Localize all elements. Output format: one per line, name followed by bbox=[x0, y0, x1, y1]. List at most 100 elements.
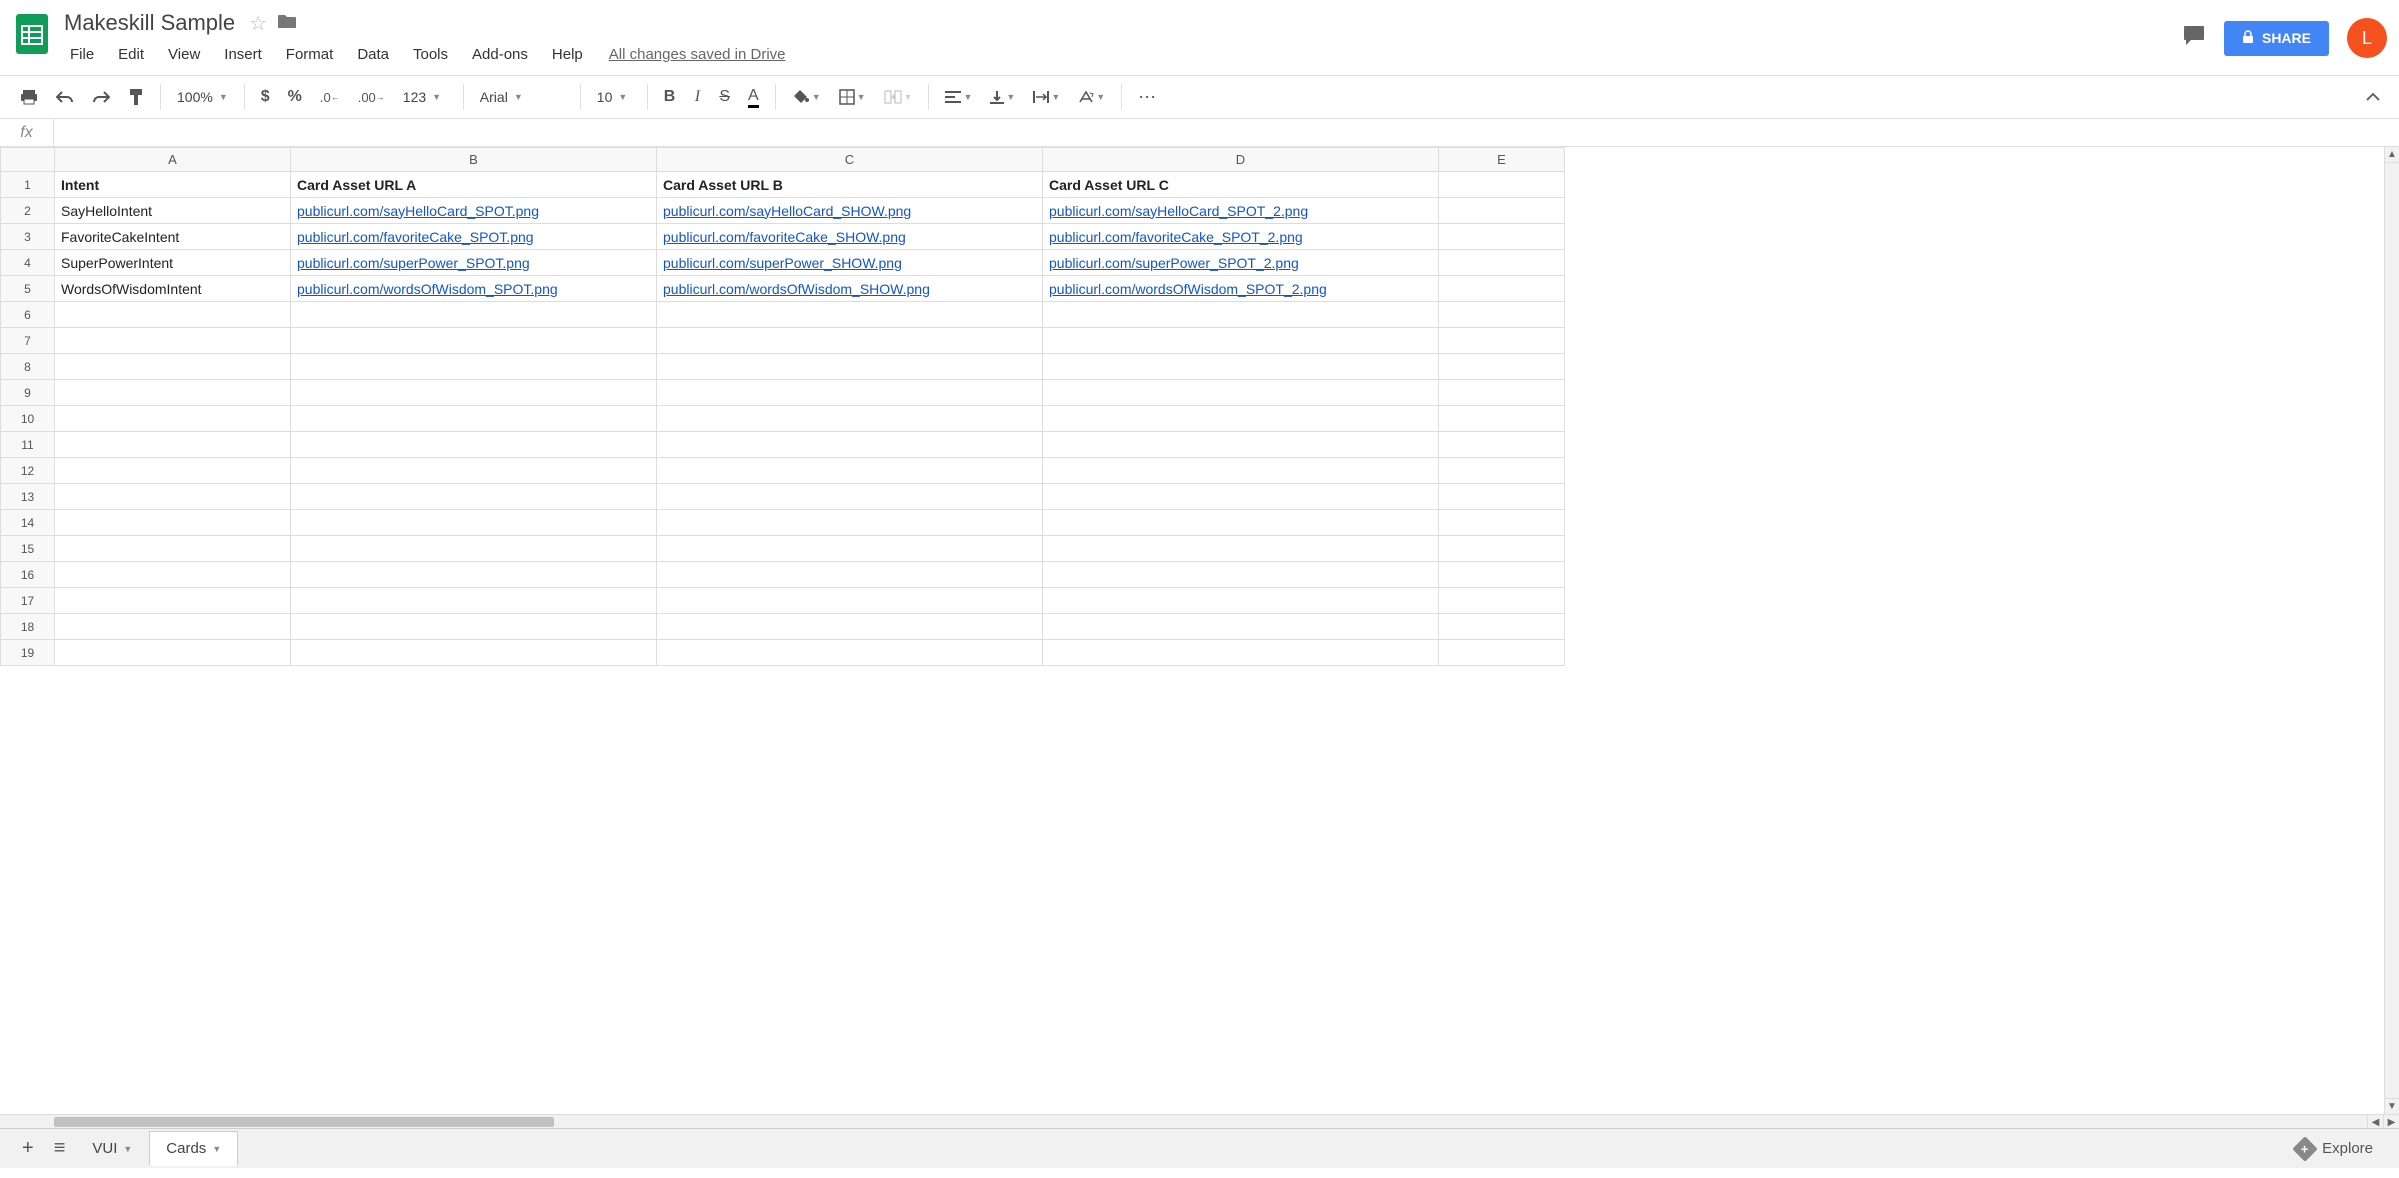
row-header-15[interactable]: 15 bbox=[1, 536, 55, 562]
cell-E16[interactable] bbox=[1439, 562, 1565, 588]
menu-help[interactable]: Help bbox=[542, 42, 593, 67]
doc-title[interactable]: Makeskill Sample bbox=[60, 8, 239, 38]
row-header-14[interactable]: 14 bbox=[1, 510, 55, 536]
cell-E19[interactable] bbox=[1439, 640, 1565, 666]
cell-B19[interactable] bbox=[291, 640, 657, 666]
row-header-12[interactable]: 12 bbox=[1, 458, 55, 484]
vertical-scrollbar[interactable]: ▲ ▼ bbox=[2384, 147, 2399, 1114]
cell-D19[interactable] bbox=[1043, 640, 1439, 666]
cell-E18[interactable] bbox=[1439, 614, 1565, 640]
formula-input[interactable] bbox=[54, 119, 2399, 146]
cell-D10[interactable] bbox=[1043, 406, 1439, 432]
cell-E7[interactable] bbox=[1439, 328, 1565, 354]
v-align-icon[interactable]: ▼ bbox=[982, 82, 1023, 112]
cell-D14[interactable] bbox=[1043, 510, 1439, 536]
percent-icon[interactable]: % bbox=[280, 82, 310, 112]
row-header-13[interactable]: 13 bbox=[1, 484, 55, 510]
row-header-16[interactable]: 16 bbox=[1, 562, 55, 588]
cell-E1[interactable] bbox=[1439, 172, 1565, 198]
horizontal-scrollbar[interactable]: ◀ ▶ bbox=[0, 1114, 2399, 1128]
cell-C1[interactable]: Card Asset URL B bbox=[657, 172, 1043, 198]
redo-icon[interactable] bbox=[84, 82, 118, 112]
bold-icon[interactable]: B bbox=[656, 82, 684, 112]
cell-B4[interactable]: publicurl.com/superPower_SPOT.png bbox=[291, 250, 657, 276]
cell-A10[interactable] bbox=[55, 406, 291, 432]
cell-E14[interactable] bbox=[1439, 510, 1565, 536]
cell-C9[interactable] bbox=[657, 380, 1043, 406]
cell-E3[interactable] bbox=[1439, 224, 1565, 250]
cell-C11[interactable] bbox=[657, 432, 1043, 458]
col-header-B[interactable]: B bbox=[291, 148, 657, 172]
text-wrap-icon[interactable]: ▼ bbox=[1025, 82, 1068, 112]
more-icon[interactable]: ⋯ bbox=[1130, 82, 1166, 112]
menu-addons[interactable]: Add-ons bbox=[462, 42, 538, 67]
cell-C7[interactable] bbox=[657, 328, 1043, 354]
fx-label[interactable]: fx bbox=[0, 119, 54, 146]
cell-C3[interactable]: publicurl.com/favoriteCake_SHOW.png bbox=[657, 224, 1043, 250]
paint-format-icon[interactable] bbox=[120, 82, 152, 112]
scroll-down-icon[interactable]: ▼ bbox=[2385, 1098, 2399, 1114]
cell-B14[interactable] bbox=[291, 510, 657, 536]
cell-D16[interactable] bbox=[1043, 562, 1439, 588]
cell-D3[interactable]: publicurl.com/favoriteCake_SPOT_2.png bbox=[1043, 224, 1439, 250]
cell-E9[interactable] bbox=[1439, 380, 1565, 406]
row-header-19[interactable]: 19 bbox=[1, 640, 55, 666]
sheet-tab-vui[interactable]: VUI▼ bbox=[75, 1131, 149, 1166]
undo-icon[interactable] bbox=[48, 82, 82, 112]
cell-C10[interactable] bbox=[657, 406, 1043, 432]
save-status[interactable]: All changes saved in Drive bbox=[609, 46, 786, 63]
borders-icon[interactable]: ▼ bbox=[831, 82, 874, 112]
select-all-corner[interactable] bbox=[1, 148, 55, 172]
print-icon[interactable] bbox=[12, 82, 46, 112]
strikethrough-icon[interactable]: S bbox=[711, 82, 738, 112]
cell-C16[interactable] bbox=[657, 562, 1043, 588]
cell-B10[interactable] bbox=[291, 406, 657, 432]
cell-D13[interactable] bbox=[1043, 484, 1439, 510]
cell-A12[interactable] bbox=[55, 458, 291, 484]
cell-C19[interactable] bbox=[657, 640, 1043, 666]
cell-D7[interactable] bbox=[1043, 328, 1439, 354]
cell-E2[interactable] bbox=[1439, 198, 1565, 224]
zoom-select[interactable]: 100%▼ bbox=[169, 85, 236, 109]
currency-icon[interactable]: $ bbox=[253, 82, 278, 112]
cell-D18[interactable] bbox=[1043, 614, 1439, 640]
cell-C12[interactable] bbox=[657, 458, 1043, 484]
cell-C17[interactable] bbox=[657, 588, 1043, 614]
scroll-left-icon[interactable]: ◀ bbox=[2367, 1115, 2383, 1128]
collapse-toolbar-icon[interactable] bbox=[2359, 84, 2387, 111]
cell-B11[interactable] bbox=[291, 432, 657, 458]
decrease-decimal-icon[interactable]: .0← bbox=[312, 82, 348, 112]
merge-cells-icon[interactable]: ▼ bbox=[876, 82, 921, 112]
cell-B5[interactable]: publicurl.com/wordsOfWisdom_SPOT.png bbox=[291, 276, 657, 302]
cell-E4[interactable] bbox=[1439, 250, 1565, 276]
fill-color-icon[interactable]: ▼ bbox=[784, 82, 829, 112]
cell-E13[interactable] bbox=[1439, 484, 1565, 510]
cell-A17[interactable] bbox=[55, 588, 291, 614]
cell-D5[interactable]: publicurl.com/wordsOfWisdom_SPOT_2.png bbox=[1043, 276, 1439, 302]
cell-B15[interactable] bbox=[291, 536, 657, 562]
cell-D12[interactable] bbox=[1043, 458, 1439, 484]
menu-file[interactable]: File bbox=[60, 42, 104, 67]
row-header-5[interactable]: 5 bbox=[1, 276, 55, 302]
menu-insert[interactable]: Insert bbox=[214, 42, 272, 67]
cell-D11[interactable] bbox=[1043, 432, 1439, 458]
cell-E15[interactable] bbox=[1439, 536, 1565, 562]
col-header-D[interactable]: D bbox=[1043, 148, 1439, 172]
row-header-7[interactable]: 7 bbox=[1, 328, 55, 354]
cell-B8[interactable] bbox=[291, 354, 657, 380]
cell-B3[interactable]: publicurl.com/favoriteCake_SPOT.png bbox=[291, 224, 657, 250]
cell-A19[interactable] bbox=[55, 640, 291, 666]
menu-view[interactable]: View bbox=[158, 42, 210, 67]
cell-E10[interactable] bbox=[1439, 406, 1565, 432]
cell-D15[interactable] bbox=[1043, 536, 1439, 562]
cell-A14[interactable] bbox=[55, 510, 291, 536]
cell-A18[interactable] bbox=[55, 614, 291, 640]
cell-B13[interactable] bbox=[291, 484, 657, 510]
tab-caret-icon[interactable]: ▼ bbox=[212, 1144, 221, 1154]
row-header-2[interactable]: 2 bbox=[1, 198, 55, 224]
cell-C18[interactable] bbox=[657, 614, 1043, 640]
cell-C13[interactable] bbox=[657, 484, 1043, 510]
row-header-3[interactable]: 3 bbox=[1, 224, 55, 250]
folder-icon[interactable] bbox=[277, 13, 297, 34]
sheet-tab-cards[interactable]: Cards▼ bbox=[149, 1131, 238, 1166]
